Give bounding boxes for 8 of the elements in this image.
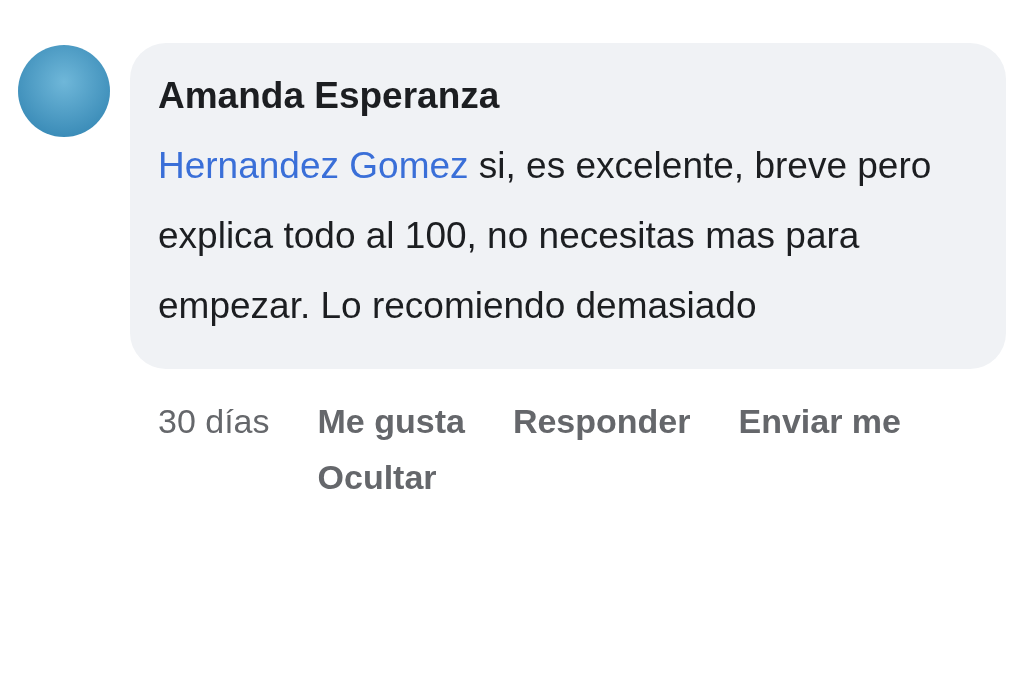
action-link[interactable]: Enviar me <box>738 393 901 449</box>
action-link[interactable]: Ocultar <box>317 449 437 505</box>
author-name: Amanda Esperanza <box>158 74 501 118</box>
comment-text: Hernandez Gomez si, es excelente, breve pero explica todo al 100, no necesitas mas para empezar. Lo recomiendo demasiado <box>158 144 933 328</box>
action-link[interactable]: Me gusta <box>317 393 465 449</box>
comment-time: 30 días <box>158 401 270 442</box>
mention-link[interactable]: Hernandez Gomez <box>158 145 469 186</box>
action-link[interactable]: Responder <box>512 393 691 449</box>
